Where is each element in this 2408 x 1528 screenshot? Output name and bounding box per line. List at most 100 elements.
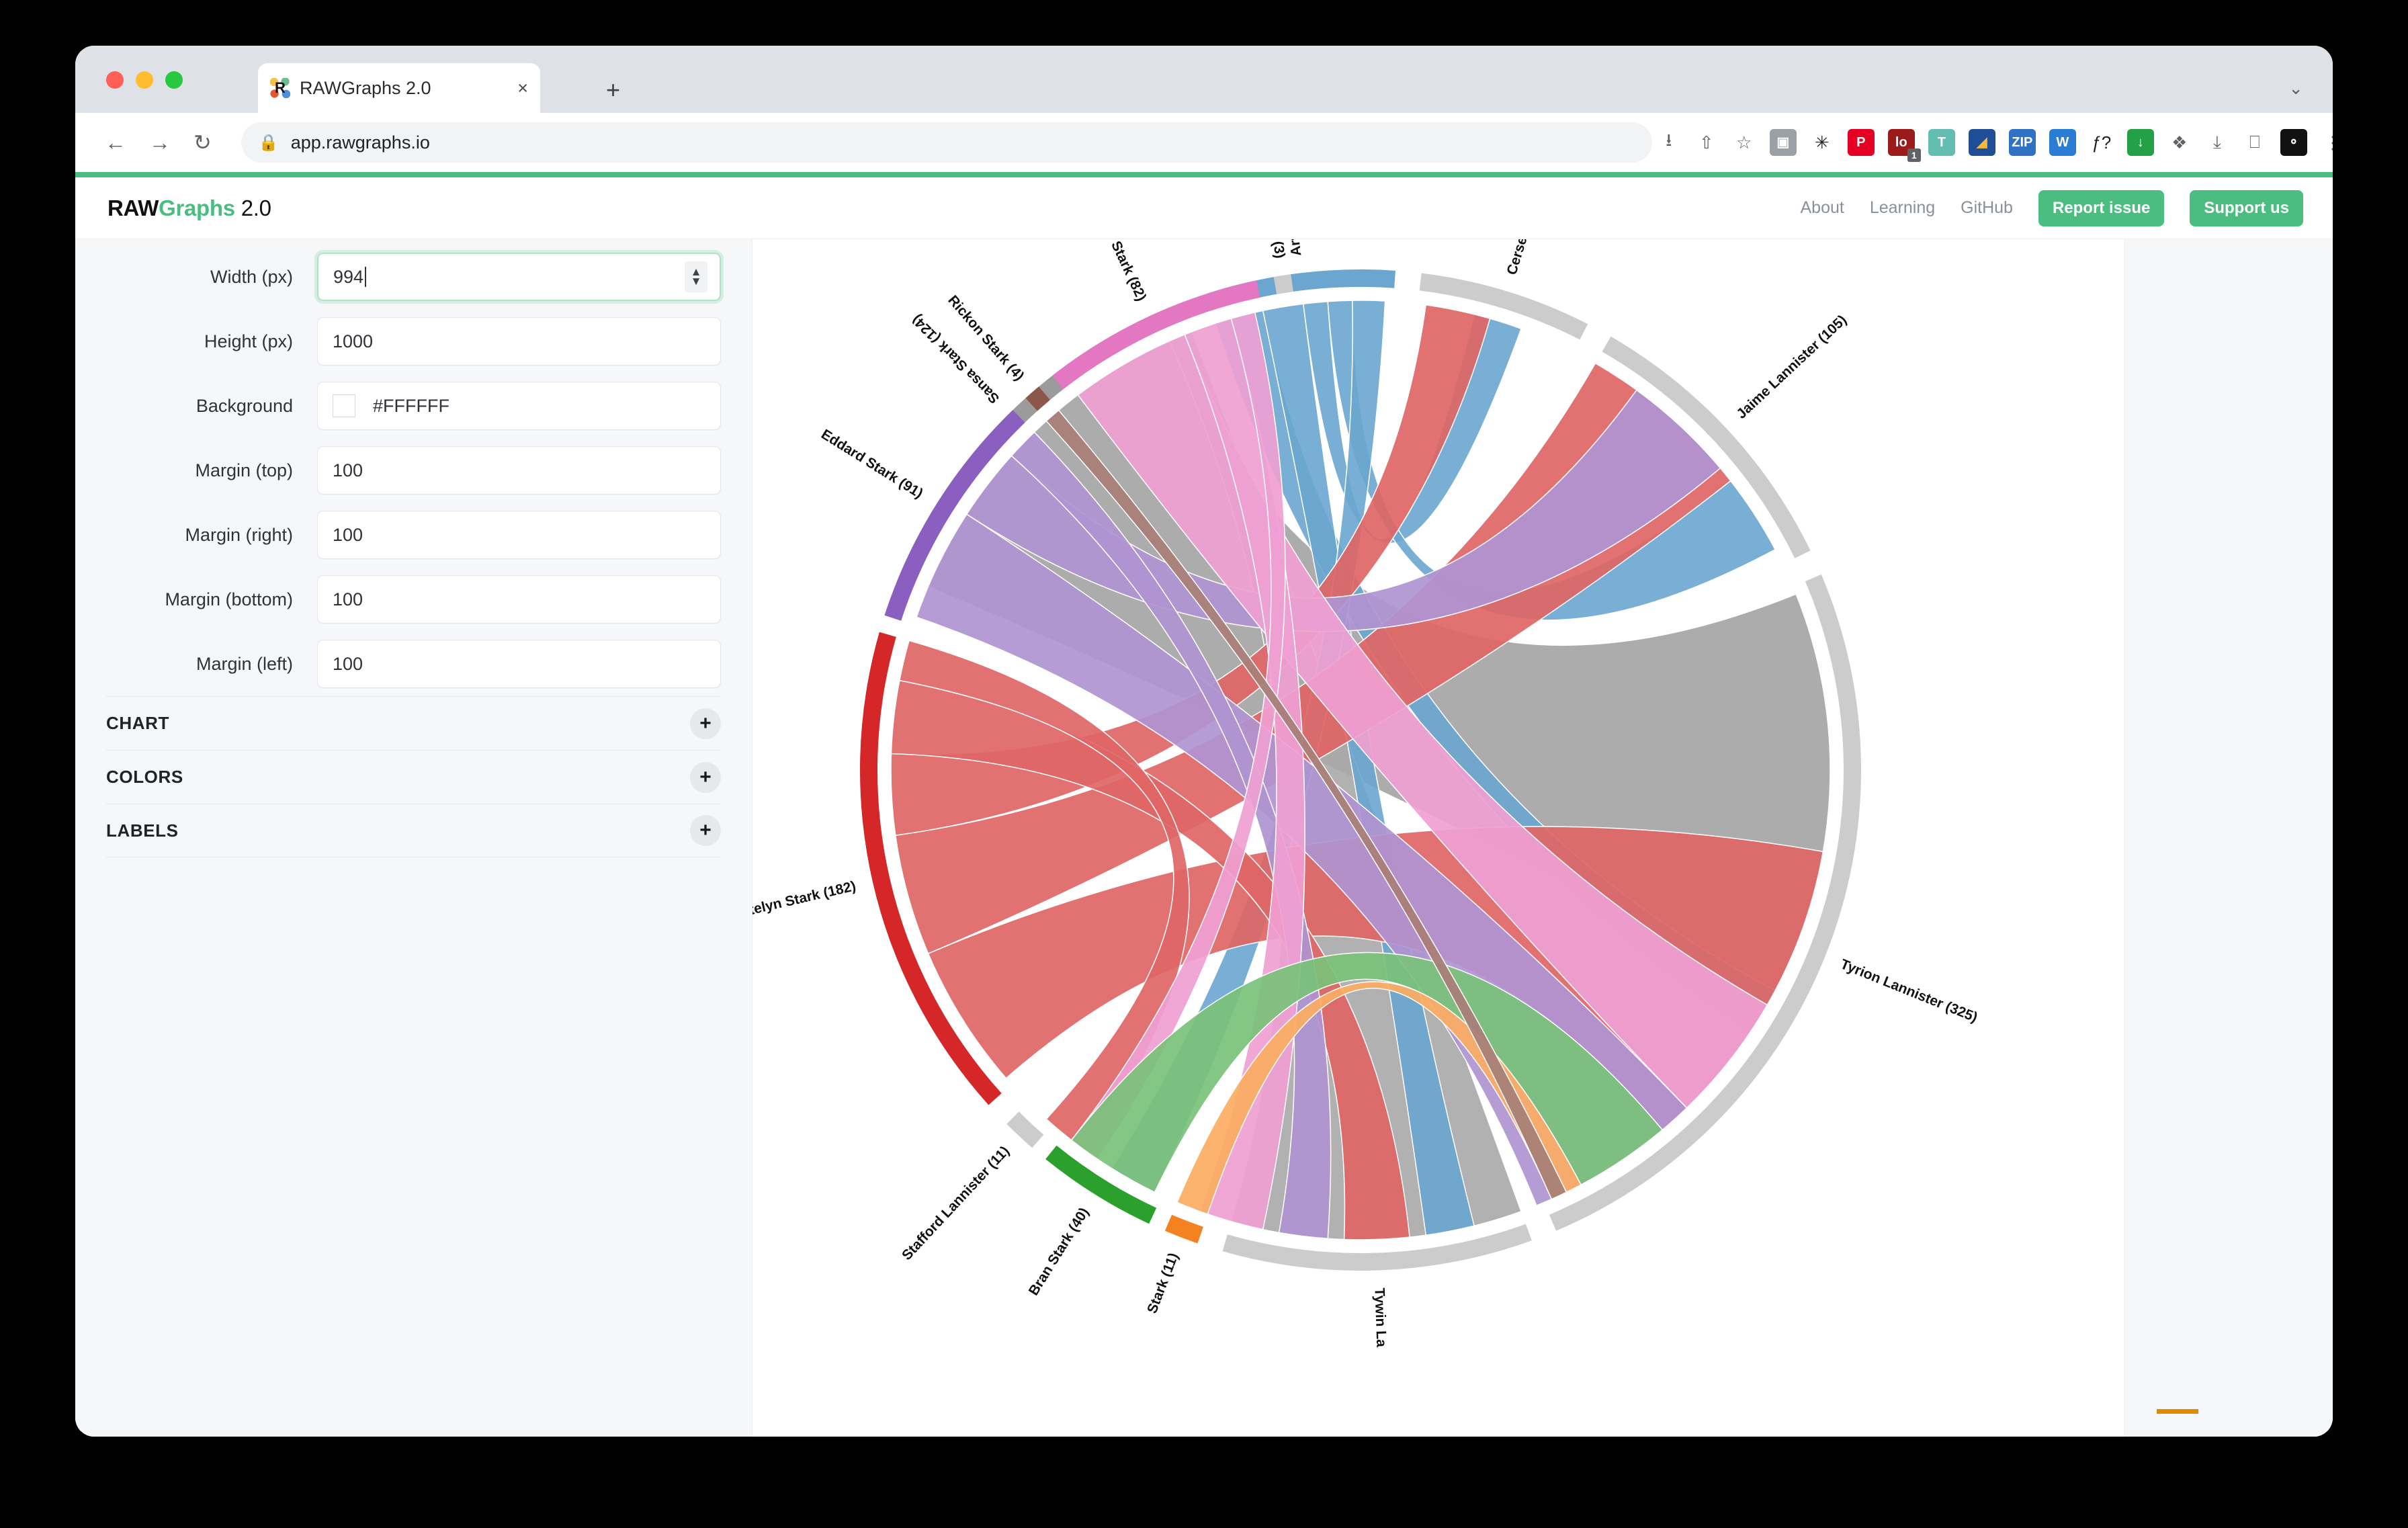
- option-value: 100: [333, 524, 363, 545]
- address-bar[interactable]: 🔒 app.rawgraphs.io: [241, 122, 1652, 163]
- bookmark-star-icon[interactable]: ☆: [1727, 126, 1761, 159]
- maximize-window-button[interactable]: [165, 71, 183, 89]
- section-colors[interactable]: COLORS +: [106, 750, 721, 804]
- stepper-down-icon[interactable]: ▼: [691, 275, 702, 287]
- option-input-margin-right[interactable]: 100: [317, 511, 721, 559]
- lo-badge-extension-icon[interactable]: lo 1: [1887, 129, 1921, 162]
- side-panel-icon[interactable]: ⎕: [2238, 126, 2272, 159]
- blue-wing-extension-icon[interactable]: ◢: [1968, 129, 1995, 156]
- number-stepper[interactable]: ▲ ▼: [685, 261, 707, 292]
- forward-button[interactable]: →: [149, 130, 171, 155]
- section-labels[interactable]: LABELS +: [106, 804, 721, 857]
- expand-section-icon[interactable]: +: [690, 761, 721, 793]
- option-row: Margin (bottom) 100: [75, 567, 752, 632]
- chord-arc-label: Jaime Lannister (105): [1733, 312, 1850, 422]
- section-title: LABELS: [106, 820, 179, 841]
- chord-arc-label: Robb Stark (82): [1091, 239, 1149, 304]
- option-input-margin-top[interactable]: 100: [317, 446, 721, 495]
- option-row: Background #FFFFFF: [75, 374, 752, 438]
- option-label: Margin (right): [185, 524, 293, 545]
- option-value: 994: [333, 266, 364, 287]
- option-value: 100: [333, 460, 363, 480]
- rawgraphs-logo[interactable]: RAWGraphs 2.0: [108, 196, 271, 221]
- chord-arc-label: Tywin La: [1371, 1287, 1389, 1347]
- chord-arc-label: Bran Stark (40): [1026, 1205, 1092, 1298]
- url-text: app.rawgraphs.io: [290, 132, 430, 153]
- install-icon[interactable]: ⭳: [1652, 126, 1686, 159]
- option-value: 1000: [333, 331, 374, 351]
- nav-link-github[interactable]: GitHub: [1961, 198, 2013, 218]
- option-label: Margin (left): [196, 653, 293, 674]
- option-input-background[interactable]: #FFFFFF: [317, 382, 721, 430]
- option-label: Margin (bottom): [165, 589, 293, 609]
- chord-arc-label: Sansa Stark (124): [909, 312, 1002, 407]
- options-sidebar: Width (px) 994 ▲ ▼ Height (px) 1000 Background…: [75, 239, 752, 1437]
- extension-badge-count: 1: [1907, 148, 1921, 162]
- option-row: Margin (right) 100: [75, 503, 752, 567]
- chart-canvas: Sansa Stark (124)Arya StarkCersei Lannis…: [752, 239, 2333, 1437]
- expand-section-icon[interactable]: +: [690, 708, 721, 739]
- reload-button[interactable]: ↻: [194, 130, 212, 155]
- section-chart[interactable]: CHART +: [106, 696, 721, 750]
- browser-toolbar: ← → ↻ 🔒 app.rawgraphs.io ⭳ ⇧ ☆ ▣ ✳ Plo 1 T ◢ ZIP W…: [75, 113, 2333, 172]
- minimize-window-button[interactable]: [136, 71, 153, 89]
- download-green-extension-icon[interactable]: ↓: [2126, 129, 2154, 156]
- nav-link-learning[interactable]: Learning: [1870, 198, 1935, 218]
- new-tab-button[interactable]: +: [606, 78, 620, 102]
- chord-arc-label: Tyrion Lannister (325): [1838, 956, 1980, 1025]
- chord-arc[interactable]: [1006, 1111, 1044, 1148]
- page-accent-line: [75, 172, 2333, 177]
- option-row: Margin (top) 100: [75, 438, 752, 503]
- close-tab-icon[interactable]: ×: [517, 78, 528, 99]
- option-row: Margin (left) 100: [75, 632, 752, 696]
- browser-tab-strip: R RAWGraphs 2.0 × + ⌄: [75, 46, 2333, 113]
- option-input-width-px[interactable]: 994 ▲ ▼: [317, 253, 721, 301]
- option-label: Width (px): [210, 266, 293, 287]
- support-us-button[interactable]: Support us: [2190, 189, 2303, 226]
- asterisks-extension-icon[interactable]: ✳: [1805, 126, 1839, 159]
- profile-avatar-icon[interactable]: ⚬: [2280, 129, 2307, 156]
- share-icon[interactable]: ⇧: [1690, 126, 1723, 159]
- app-header-nav: About Learning GitHub Report issue Suppo…: [1801, 189, 2303, 226]
- option-input-height-px[interactable]: 1000: [317, 317, 721, 366]
- browser-window: R RAWGraphs 2.0 × + ⌄ ← → ↻ 🔒 app.rawgra…: [75, 46, 2333, 1437]
- option-value: 100: [333, 653, 363, 674]
- logo-graphs: Graphs: [159, 195, 235, 220]
- chord-arc-label: Catelyn Stark (182): [752, 878, 857, 922]
- orange-marker: [2157, 1409, 2198, 1414]
- tps-extension-icon[interactable]: T: [1928, 129, 1955, 156]
- chrome-menu-icon[interactable]: ⋮: [2316, 126, 2333, 159]
- canvas-right-gutter: [2124, 239, 2333, 1437]
- chord-arc[interactable]: [1164, 1214, 1203, 1244]
- option-input-margin-bottom[interactable]: 100: [317, 575, 721, 624]
- rawgraphs-favicon-icon: R: [270, 78, 290, 98]
- close-window-button[interactable]: [106, 71, 124, 89]
- option-value: 100: [333, 589, 363, 609]
- expand-section-icon[interactable]: +: [690, 815, 721, 846]
- option-label: Background: [196, 395, 293, 416]
- word-extension-icon[interactable]: W: [2049, 129, 2076, 156]
- back-button[interactable]: ←: [105, 130, 126, 155]
- report-issue-button[interactable]: Report issue: [2038, 189, 2165, 226]
- color-swatch[interactable]: [333, 394, 355, 417]
- chevron-down-icon[interactable]: ⌄: [2288, 78, 2303, 99]
- zip-extension-icon[interactable]: ZIP: [2008, 129, 2036, 156]
- option-value: #FFFFFF: [373, 395, 449, 416]
- pinterest-extension-icon[interactable]: P: [1847, 129, 1875, 156]
- tab-title: RAWGraphs 2.0: [300, 77, 431, 98]
- app-body: Width (px) 994 ▲ ▼ Height (px) 1000 Background…: [75, 239, 2333, 1437]
- downloads-icon[interactable]: ⤓: [2200, 126, 2234, 159]
- chord-diagram: Sansa Stark (124)Arya StarkCersei Lannis…: [752, 239, 1980, 1347]
- option-label: Height (px): [204, 331, 293, 351]
- browser-tab[interactable]: R RAWGraphs 2.0 ×: [258, 63, 540, 113]
- nav-link-about[interactable]: About: [1801, 198, 1844, 218]
- puzzle-extensions-icon[interactable]: ❖: [2163, 126, 2196, 159]
- text-caret: [365, 267, 367, 287]
- window-traffic-lights: [106, 71, 183, 89]
- function-extension-icon[interactable]: ƒ?: [2085, 126, 2118, 159]
- option-label: Margin (top): [195, 460, 293, 480]
- camera-extension-icon[interactable]: ▣: [1769, 129, 1797, 156]
- option-row: Height (px) 1000: [75, 309, 752, 374]
- option-input-margin-left[interactable]: 100: [317, 640, 721, 688]
- chord-arc[interactable]: [1273, 274, 1293, 294]
